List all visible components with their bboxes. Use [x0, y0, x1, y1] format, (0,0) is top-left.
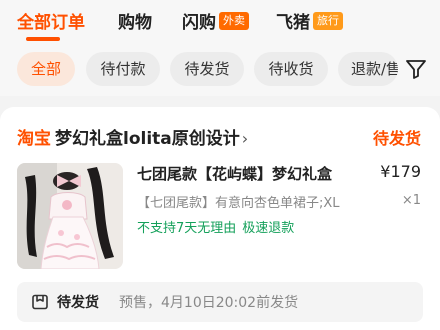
order-status: 待发货 [372, 129, 421, 148]
service-tags: 不支持7天无理由 极速退款 [137, 217, 300, 236]
status-filter-chips: 全部 待付款 待发货 待收货 退款/售后 [0, 52, 440, 88]
chip-pending-payment[interactable]: 待付款 [86, 52, 160, 86]
chip-label: 待收货 [268, 60, 314, 78]
tab-all-orders[interactable]: 全部订单 [17, 10, 85, 36]
shop-header[interactable]: 淘宝 梦幻礼盒lolita原创设计 › [17, 124, 249, 149]
chip-refund-aftersale[interactable]: 退款/售后 [338, 52, 398, 86]
tab-label: 闪购 [182, 13, 216, 33]
order-list-header: 全部订单 购物 闪购外卖 飞猪旅行 全部 待付款 待发货 待收货 退款/售后 [0, 0, 440, 96]
shipping-note: 预售，4月10日20:02前发货 [119, 295, 299, 311]
chip-label: 全部 [30, 60, 61, 78]
fast-refund-tag: 极速退款 [242, 221, 295, 236]
chip-pending-shipment[interactable]: 待发货 [170, 52, 244, 86]
chip-label: 退款/售后 [351, 60, 398, 78]
product-price: ¥179 [380, 162, 421, 181]
chip-label: 待发货 [184, 60, 230, 78]
tab-flash-buy[interactable]: 闪购 外卖 [182, 10, 249, 36]
filter-icon[interactable] [404, 57, 428, 81]
chip-pending-receipt[interactable]: 待收货 [254, 52, 328, 86]
active-tab-indicator [26, 37, 60, 41]
main-tabs: 全部订单 购物 闪购 外卖 飞猪 旅行 [0, 0, 440, 46]
product-quantity: ×1 [401, 193, 421, 208]
tab-label: 购物 [118, 13, 152, 33]
shipping-status: 待发货 [57, 295, 99, 311]
product-sku: 【七团尾款】有意向杏色单裙子;XL [137, 196, 340, 211]
package-icon [32, 294, 48, 310]
tab-shopping[interactable]: 购物 [118, 10, 152, 36]
platform-label: 淘宝 [17, 129, 51, 149]
travel-badge: 旅行 [313, 12, 343, 30]
chevron-right-icon: › [241, 129, 249, 148]
shop-name: 梦幻礼盒lolita原创设计 [55, 129, 240, 149]
tab-label: 全部订单 [17, 13, 85, 33]
tab-fliggy[interactable]: 飞猪 旅行 [276, 10, 343, 36]
product-title[interactable]: 七团尾款【花屿蝶】梦幻礼盒 [137, 163, 357, 184]
product-photo [17, 163, 123, 269]
product-image[interactable] [17, 163, 123, 269]
chip-all[interactable]: 全部 [17, 52, 75, 86]
tab-label: 飞猪 [276, 13, 310, 33]
shipping-info-bar[interactable]: 待发货 预售，4月10日20:02前发货 [17, 282, 423, 322]
no-7day-return-tag: 不支持7天无理由 [137, 221, 237, 236]
takeout-badge: 外卖 [219, 12, 249, 30]
order-card[interactable]: 淘宝 梦幻礼盒lolita原创设计 › 待发货 七团尾款【花屿蝶】梦幻礼盒 ¥179… [0, 107, 440, 330]
chip-label: 待付款 [100, 60, 146, 78]
